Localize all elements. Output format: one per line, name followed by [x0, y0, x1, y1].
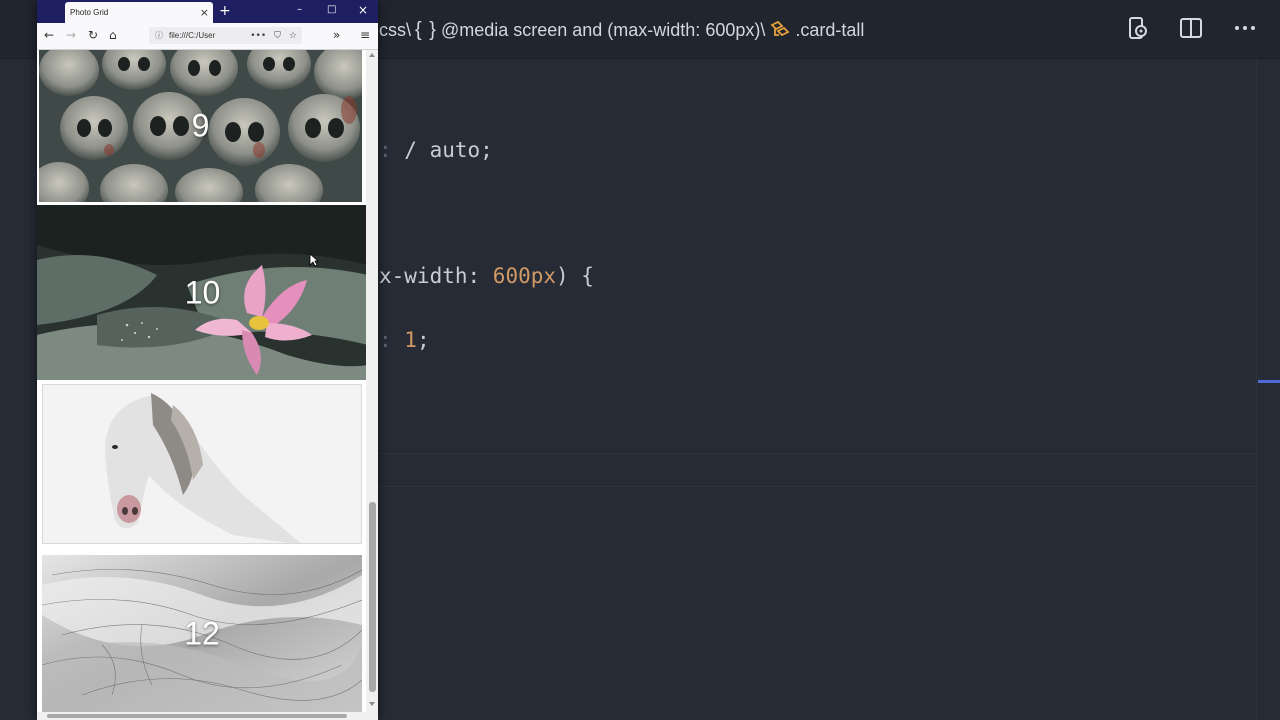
hamburger-menu-icon[interactable]: ≡ — [360, 28, 370, 42]
photo-card[interactable]: 12 — [42, 555, 362, 712]
photo-number: 12 — [184, 615, 220, 651]
close-icon[interactable]: × — [200, 7, 209, 18]
mouse-cursor-icon — [309, 252, 320, 271]
horizontal-scrollbar-thumb[interactable] — [47, 714, 347, 718]
window-close-icon[interactable]: × — [358, 4, 368, 16]
scroll-up-arrow-icon[interactable] — [369, 53, 375, 57]
photo-card[interactable]: 9 — [39, 50, 362, 202]
code-area[interactable]: : / auto; x-width: 600px) { : 1; — [379, 60, 1259, 720]
pocket-icon[interactable]: ⛉ — [274, 31, 281, 41]
page-actions-icon[interactable]: ••• — [250, 31, 266, 41]
photo-number: 9 — [191, 107, 210, 144]
page-viewport[interactable]: 9 10 12 — [37, 50, 378, 720]
home-icon[interactable]: ⌂ — [109, 28, 117, 42]
breadcrumb: css\ { } @media screen and (max-width: 6… — [379, 17, 864, 43]
split-editor-icon[interactable] — [1178, 14, 1204, 42]
scroll-down-arrow-icon[interactable] — [369, 702, 375, 706]
maximize-icon[interactable]: □ — [327, 4, 336, 16]
back-icon[interactable]: ← — [44, 28, 54, 42]
url-bar[interactable]: ⓘ file:///C:/User ••• ⛉ ☆ — [149, 27, 302, 44]
white-horse-image — [43, 385, 361, 543]
tab-title: Photo Grid — [70, 8, 109, 17]
url-text[interactable]: file:///C:/User — [169, 31, 250, 40]
class-symbol-icon — [769, 20, 791, 40]
breadcrumb-selector[interactable]: .card-tall — [795, 20, 864, 41]
code-line: : 1; — [379, 328, 430, 352]
tab-photo-grid[interactable]: Photo Grid × — [65, 2, 213, 23]
tab-bar: Photo Grid × + – □ × — [37, 0, 378, 23]
scroll-position-marker — [1258, 380, 1280, 383]
overflow-chevron-icon[interactable]: » — [333, 28, 340, 42]
photo-number: 10 — [184, 274, 221, 310]
forward-icon[interactable]: → — [66, 28, 76, 42]
braces-icon: { } — [415, 18, 437, 41]
bookmark-star-icon[interactable]: ☆ — [289, 31, 297, 41]
breadcrumb-file[interactable]: css\ — [379, 20, 411, 41]
vertical-scrollbar[interactable] — [366, 50, 378, 712]
code-line: : / auto; — [379, 138, 493, 162]
reload-icon[interactable]: ↻ — [88, 28, 98, 42]
open-preview-icon[interactable] — [1124, 14, 1150, 42]
photo-card[interactable] — [42, 384, 362, 544]
minimize-icon[interactable]: – — [297, 4, 302, 16]
navigation-toolbar: ← → ↻ ⌂ ⓘ file:///C:/User ••• ⛉ ☆ » ≡ — [37, 23, 378, 50]
code-line: x-width: 600px) { — [379, 264, 594, 288]
breadcrumb-media-query[interactable]: @media screen and (max-width: 600px)\ — [441, 20, 765, 41]
editor-scrollbar[interactable] — [1256, 60, 1280, 720]
info-icon[interactable]: ⓘ — [155, 30, 165, 41]
new-tab-icon[interactable]: + — [219, 3, 231, 19]
browser-window: Photo Grid × + – □ × ← → ↻ ⌂ ⓘ file:///C… — [37, 0, 378, 720]
photo-card[interactable]: 10 — [37, 205, 368, 380]
scrollbar-thumb[interactable] — [369, 502, 376, 692]
horizontal-scrollbar[interactable] — [37, 712, 378, 720]
more-actions-icon[interactable] — [1232, 14, 1258, 42]
